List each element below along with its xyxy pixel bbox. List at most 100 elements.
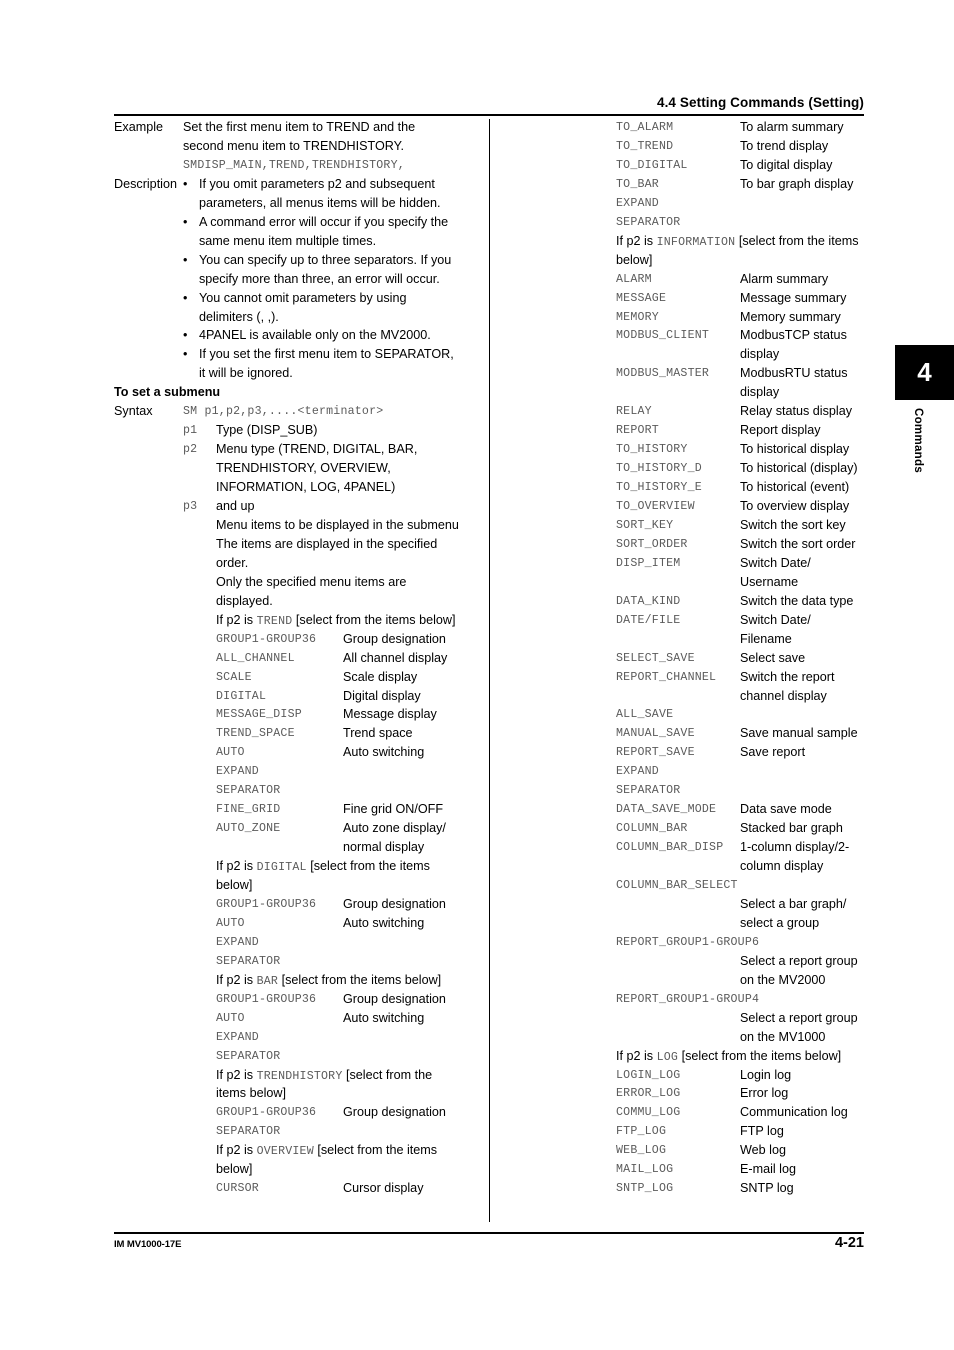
item-code: EXPAND xyxy=(216,765,259,779)
description-bullet-line: specify more than three, an error will o… xyxy=(199,271,440,286)
submenu-heading: To set a submenu xyxy=(114,385,221,400)
item-desc: To bar graph display xyxy=(740,176,854,191)
condition-line: If p2 is TRENDHISTORY [select from the xyxy=(216,1067,433,1083)
item-desc: Auto switching xyxy=(343,745,425,760)
item-code: SNTP_LOG xyxy=(616,1182,674,1196)
item-code: MAIL_LOG xyxy=(616,1163,674,1177)
description-bullet-line: You cannot omit parameters by using xyxy=(199,290,407,305)
item-code: TO_ALARM xyxy=(616,121,674,134)
condition-line-wrap: items below] xyxy=(216,1086,286,1101)
item-code: SEPARATOR xyxy=(216,954,281,968)
item-desc: 1-column display/2- xyxy=(740,840,850,855)
item-desc: All channel display xyxy=(343,650,448,665)
item-code: MODBUS_MASTER xyxy=(616,367,710,381)
item-code: AUTO xyxy=(216,1011,245,1025)
item-desc: Alarm summary xyxy=(740,271,829,286)
param-text: Menu type (TREND, DIGITAL, BAR, xyxy=(216,442,418,457)
param-name: p2 xyxy=(183,443,198,457)
syntax-note: displayed. xyxy=(216,593,273,608)
item-code: TO_HISTORY xyxy=(616,443,688,457)
item-code: GROUP1-GROUP36 xyxy=(216,992,317,1006)
param-text: INFORMATION, LOG, 4PANEL) xyxy=(216,480,396,495)
item-code: ERROR_LOG xyxy=(616,1087,681,1101)
description-bullet-line: delimiters (, ,). xyxy=(199,309,279,324)
example-line: second menu item to TRENDHISTORY. xyxy=(183,138,404,153)
condition-line-wrap: below] xyxy=(216,878,253,892)
item-desc: To digital display xyxy=(740,157,833,172)
item-code: REPORT xyxy=(616,424,659,438)
item-desc: Group designation xyxy=(343,896,446,911)
item-desc: Switch the sort order xyxy=(740,536,856,551)
item-code: SCALE xyxy=(216,670,252,684)
document-page: 4.4 Setting Commands (Setting) 4 Command… xyxy=(0,0,954,1350)
item-desc: Switch the data type xyxy=(740,593,854,608)
item-code: COLUMN_BAR xyxy=(616,822,688,836)
condition-line: If p2 is LOG [select from the items belo… xyxy=(616,1048,842,1064)
item-code: REPORT_GROUP1-GROUP4 xyxy=(616,992,760,1006)
item-desc: Relay status display xyxy=(740,404,852,419)
item-code: AUTO xyxy=(216,916,245,930)
item-code: MESSAGE_DISP xyxy=(216,708,302,722)
item-desc-wrap: display xyxy=(740,347,780,362)
item-code: CURSOR xyxy=(216,1182,259,1196)
item-desc: Auto switching xyxy=(343,915,425,930)
item-code: DISP_ITEM xyxy=(616,556,681,570)
item-code: AUTO_ZONE xyxy=(216,822,281,836)
item-desc: Digital display xyxy=(343,688,421,703)
syntax-note: The items are displayed in the specified xyxy=(216,536,438,551)
item-desc: FTP log xyxy=(740,1124,784,1139)
item-code: TO_OVERVIEW xyxy=(616,500,695,513)
description-bullet-line: 4PANEL is available only on the MV2000. xyxy=(199,328,431,343)
item-desc-wrap: Username xyxy=(740,574,799,589)
item-desc: To alarm summary xyxy=(740,120,844,134)
item-desc: ModbusRTU status xyxy=(740,366,848,381)
syntax-label: Syntax xyxy=(114,404,153,419)
item-code: FTP_LOG xyxy=(616,1125,667,1139)
item-code: TO_HISTORY_D xyxy=(616,462,702,476)
item-desc-below: Select a bar graph/ xyxy=(740,896,847,911)
item-desc: Web log xyxy=(740,1143,786,1158)
item-code: EXPAND xyxy=(216,935,259,949)
item-code: SEPARATOR xyxy=(616,215,681,229)
condition-line-wrap: below] xyxy=(616,252,653,267)
item-code: EXPAND xyxy=(616,765,659,779)
item-code: ALL_SAVE xyxy=(616,708,674,722)
condition-line: If p2 is INFORMATION [select from the it… xyxy=(616,233,859,249)
syntax-note: order. xyxy=(216,555,249,570)
item-desc: To trend display xyxy=(740,138,829,153)
item-desc: To historical (event) xyxy=(740,480,850,495)
item-code: GROUP1-GROUP36 xyxy=(216,1106,317,1120)
item-code: ALARM xyxy=(616,272,652,286)
syntax-note: Menu items to be displayed in the submen… xyxy=(216,517,459,532)
bullet-marker: • xyxy=(183,214,188,229)
item-code: COMMU_LOG xyxy=(616,1106,681,1120)
description-bullet-line: A command error will occur if you specif… xyxy=(199,214,449,229)
item-code: SORT_ORDER xyxy=(616,537,688,551)
item-code: TO_HISTORY_E xyxy=(616,481,702,495)
description-label: Description xyxy=(114,176,177,191)
item-desc: Save manual sample xyxy=(740,726,858,741)
param-name: p3 xyxy=(183,500,198,513)
bullet-marker: • xyxy=(183,347,188,362)
item-desc: Switch Date/ xyxy=(740,555,811,570)
item-desc-wrap: Filename xyxy=(740,631,792,646)
item-desc: Fine grid ON/OFF xyxy=(343,802,444,817)
item-code: DATA_SAVE_MODE xyxy=(616,803,717,817)
item-desc: Communication log xyxy=(740,1105,848,1120)
item-desc-wrap: channel display xyxy=(740,688,827,703)
item-desc: Login log xyxy=(740,1067,792,1082)
item-desc-below: Select a report group xyxy=(740,1010,858,1025)
item-code: GROUP1-GROUP36 xyxy=(216,632,317,646)
item-code: DIGITAL xyxy=(216,689,267,703)
item-desc: Cursor display xyxy=(343,1181,424,1196)
description-bullet-line: If you omit parameters p2 and subsequent xyxy=(199,176,435,191)
item-code: AUTO xyxy=(216,746,245,760)
param-text: TRENDHISTORY, OVERVIEW, xyxy=(216,461,391,476)
item-code: TREND_SPACE xyxy=(216,727,295,741)
example-code: SMDISP_MAIN,TREND,TRENDHISTORY, xyxy=(183,158,405,172)
bullet-marker: • xyxy=(183,328,188,343)
item-desc-below: Select a report group xyxy=(740,953,858,968)
item-code: WEB_LOG xyxy=(616,1144,667,1158)
description-bullet-line: it will be ignored. xyxy=(199,366,293,381)
item-code: COLUMN_BAR_DISP xyxy=(616,841,724,855)
